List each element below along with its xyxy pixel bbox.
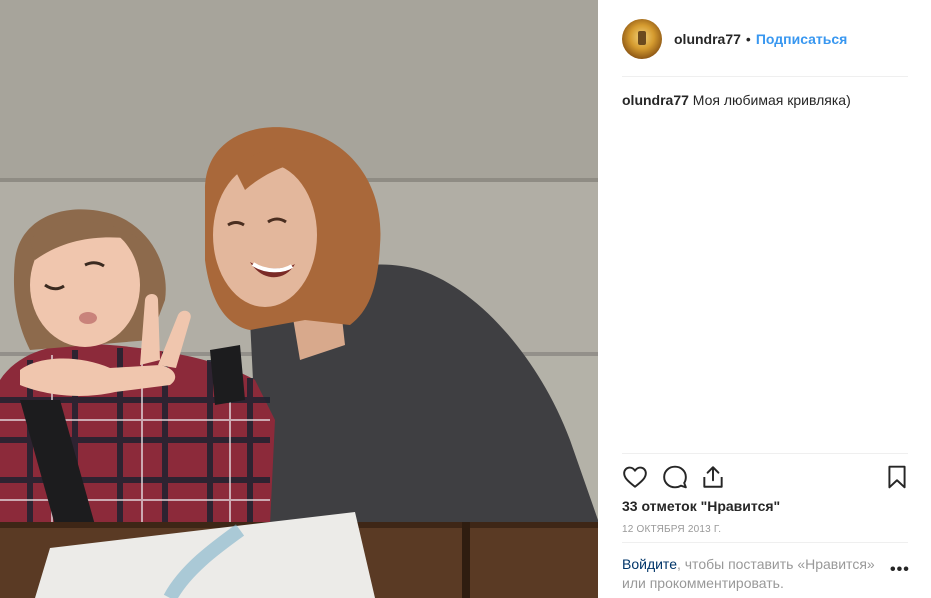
- share-button[interactable]: [700, 464, 726, 490]
- login-prompt-text-1: , чтобы поставить «Нравится»: [676, 556, 875, 572]
- login-prompt: Войдите, чтобы поставить «Нравится» или …: [622, 542, 908, 593]
- heart-icon: [623, 466, 647, 488]
- caption-username-link[interactable]: olundra77: [622, 92, 689, 108]
- instagram-post: olundra77 • Подписаться olundra77 Моя лю…: [0, 0, 931, 598]
- post-photo[interactable]: [0, 0, 598, 598]
- username-link[interactable]: olundra77: [674, 31, 741, 47]
- bookmark-icon: [888, 465, 906, 489]
- likes-count[interactable]: 33 отметок "Нравится": [622, 498, 780, 514]
- like-button[interactable]: [622, 464, 648, 490]
- login-prompt-text-2: или прокомментировать.: [622, 575, 784, 591]
- post-side-panel: olundra77 • Подписаться olundra77 Моя лю…: [598, 0, 931, 598]
- follow-button[interactable]: Подписаться: [756, 31, 848, 47]
- save-button[interactable]: [884, 464, 910, 490]
- separator-dot: •: [745, 31, 751, 47]
- post-date[interactable]: 12 ОКТЯБРЯ 2013 Г.: [622, 524, 721, 535]
- caption-text: Моя любимая кривляка): [692, 92, 851, 108]
- more-options-icon[interactable]: •••: [890, 561, 910, 579]
- share-icon: [703, 466, 723, 488]
- post-header: olundra77 • Подписаться: [622, 16, 908, 77]
- comment-button[interactable]: [662, 464, 688, 490]
- comment-bubble-icon: [663, 465, 687, 489]
- avatar[interactable]: [622, 19, 662, 59]
- action-bar: [622, 453, 908, 502]
- login-link[interactable]: Войдите: [622, 556, 677, 572]
- photo-illustration: [0, 0, 598, 598]
- post-caption: olundra77 Моя любимая кривляка): [622, 90, 908, 110]
